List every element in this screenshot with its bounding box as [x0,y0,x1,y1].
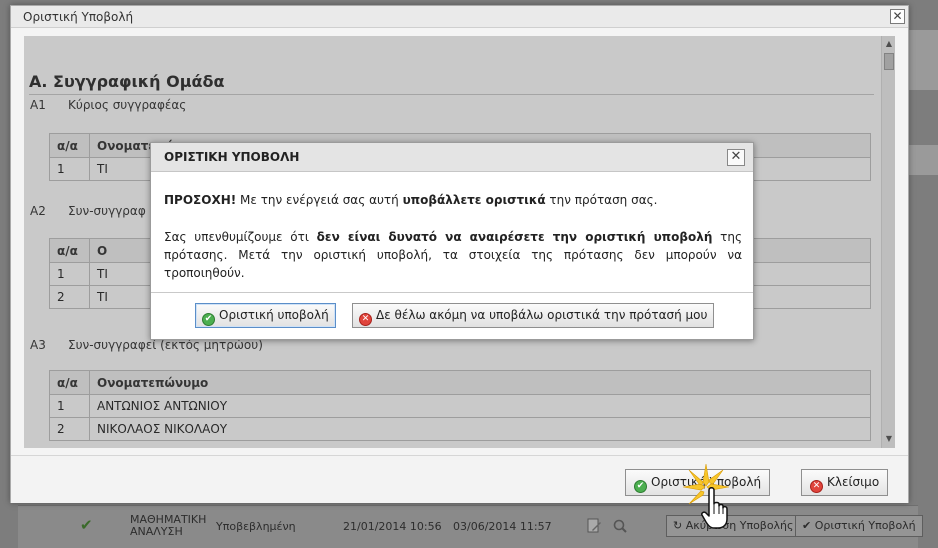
check-circle-icon: ✔ [634,480,647,493]
decline-submit-button[interactable]: ✕ Δε θέλω ακόμη να υποβάλω οριστικά την π… [352,303,715,328]
dialog-titlebar: ΟΡΙΣΤΙΚΗ ΥΠΟΒΟΛΗ ✕ [151,143,753,172]
window-close-icon[interactable]: ✕ [890,9,905,24]
cancel-circle-icon: ✕ [359,313,372,326]
window-footer: ✔ Οριστική Υποβολή ✕ Κλείσιμο [11,455,908,503]
background-subject: ΜΑΘΗΜΑΤΙΚΗ ΑΝΑΛΥΣΗ [130,513,207,538]
close-button[interactable]: ✕ Κλείσιμο [801,469,889,496]
dialog-divider [151,292,753,293]
background-date-updated: 03/06/2014 11:57 [453,520,552,533]
dialog-warning-text: ΠΡΟΣΟΧΗ! Με την ενέργειά σας αυτή υποβάλ… [164,193,658,207]
background-date-created: 21/01/2014 10:56 [343,520,442,533]
dialog-reminder-text: Σας υπενθυμίζουμε ότι δεν είναι δυνατό ν… [164,230,742,280]
window-title: Οριστική Υποβολή [23,10,134,24]
magnifier-icon [613,519,627,533]
background-table-row: ✔ ΜΑΘΗΜΑΤΙΚΗ ΑΝΑΛΥΣΗ Υποβεβλημένη 21/01/… [18,505,923,548]
background-cancel-submission-button: ↻ Ακύρωση Υποβολής [666,515,801,537]
window-titlebar: Οριστική Υποβολή ✕ [11,6,908,28]
dialog-close-icon[interactable]: ✕ [727,149,745,166]
confirmation-dialog: ΟΡΙΣΤΙΚΗ ΥΠΟΒΟΛΗ ✕ ΠΡΟΣΟΧΗ! Με την ενέργ… [150,142,754,340]
check-circle-icon: ✔ [202,313,215,326]
check-icon: ✔ [80,516,93,534]
background-status: Υποβεβλημένη [216,520,296,533]
dialog-title: ΟΡΙΣΤΙΚΗ ΥΠΟΒΟΛΗ [164,150,300,164]
background-panel-edge-2 [909,145,938,175]
hand-cursor-icon [701,487,728,529]
confirm-final-submit-button[interactable]: ✔ Οριστική υποβολή [195,303,336,328]
edit-document-icon [587,518,601,533]
cancel-circle-icon: ✕ [810,480,823,493]
background-panel-edge [909,30,938,90]
background-final-submit-button: ✔ Οριστική Υποβολή [795,515,923,537]
